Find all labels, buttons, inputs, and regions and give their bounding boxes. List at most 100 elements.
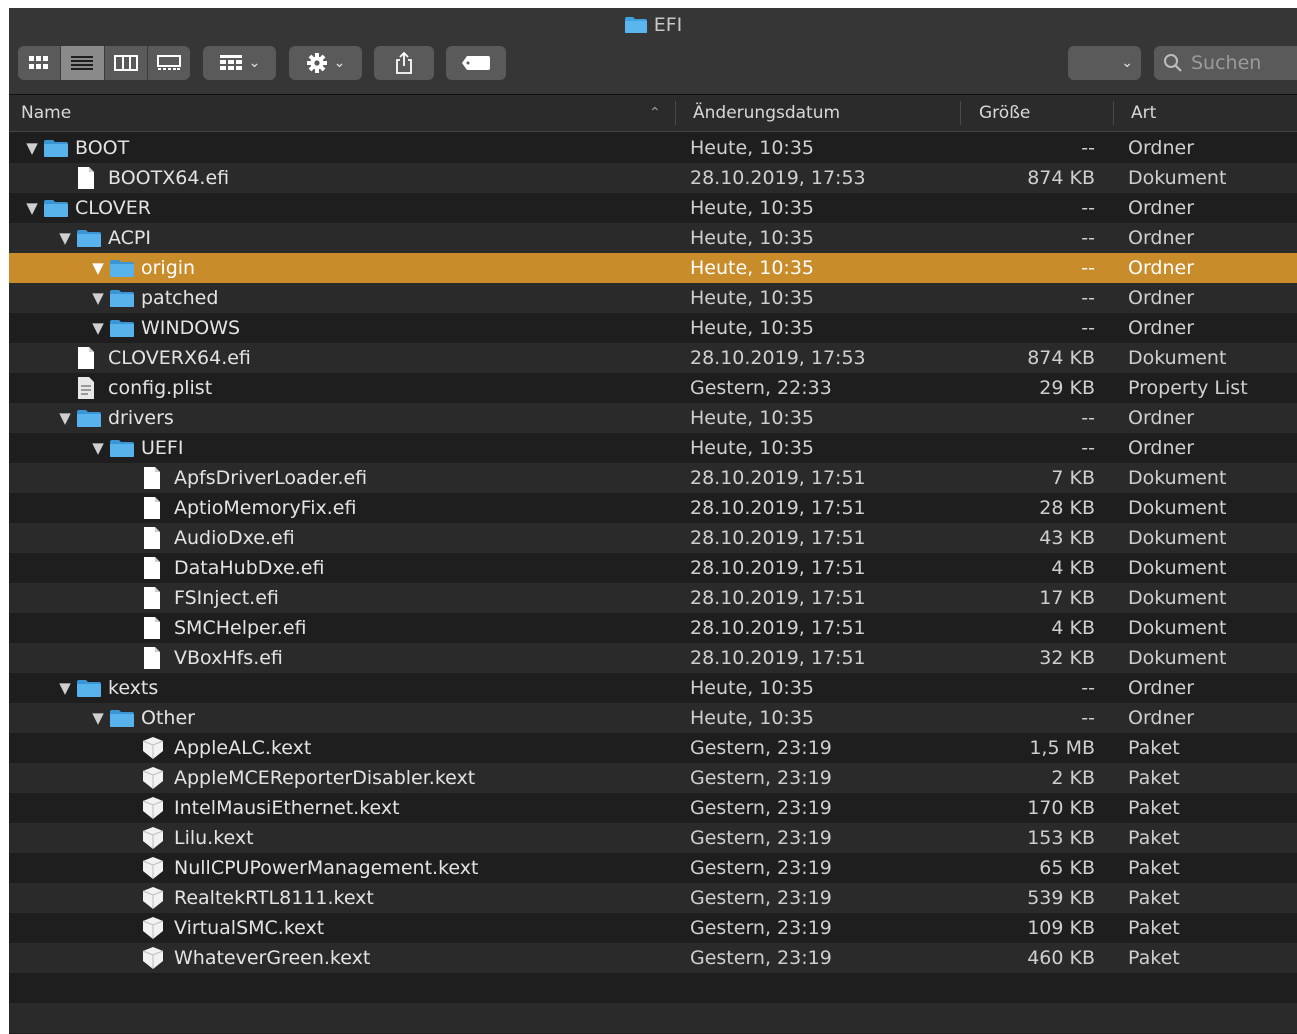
table-row[interactable]: NullCPUPowerManagement.kext Gestern, 23:1…: [9, 853, 1297, 883]
date-cell: 28.10.2019, 17:51: [690, 617, 866, 639]
kind-cell: Dokument: [1128, 497, 1227, 519]
list-view-button[interactable]: [61, 46, 105, 80]
name-cell: ▼ drivers: [54, 403, 174, 433]
share-button[interactable]: [374, 46, 434, 80]
size-cell: 4 KB: [1051, 617, 1095, 639]
table-row[interactable]: AppleMCEReporterDisabler.kext Gestern, 23…: [9, 763, 1297, 793]
date-cell: Gestern, 23:19: [690, 857, 832, 879]
table-row[interactable]: ▼ CLOVER Heute, 10:35 -- Ordner: [9, 193, 1297, 223]
group-by-button[interactable]: ⌄: [203, 46, 276, 80]
disclosure-triangle-icon[interactable]: ▼: [87, 433, 109, 463]
table-row[interactable]: SMCHelper.efi 28.10.2019, 17:51 4 KB Dokume…: [9, 613, 1297, 643]
name-cell: ▼ BOOT: [21, 133, 129, 163]
table-row[interactable]: AptioMemoryFix.efi 28.10.2019, 17:51 28 KB…: [9, 493, 1297, 523]
empty-row: [9, 1003, 1297, 1033]
table-row[interactable]: WhateverGreen.kext Gestern, 23:19 460 KB Pa…: [9, 943, 1297, 973]
name-cell: ▼ patched: [87, 283, 218, 313]
date-cell: Heute, 10:35: [690, 437, 814, 459]
date-cell: Gestern, 23:19: [690, 827, 832, 849]
name-cell: ▼ kexts: [54, 673, 158, 703]
table-row[interactable]: IntelMausiEthernet.kext Gestern, 23:19 170…: [9, 793, 1297, 823]
name-cell: VirtualSMC.kext: [120, 913, 324, 943]
file-name: IntelMausiEthernet.kext: [174, 797, 400, 819]
table-row[interactable]: AudioDxe.efi 28.10.2019, 17:51 43 KB Dokume…: [9, 523, 1297, 553]
chevron-down-icon: ⌄: [248, 55, 261, 71]
table-row[interactable]: ▼ ACPI Heute, 10:35 -- Ordner: [9, 223, 1297, 253]
name-cell: ▼ Other: [87, 703, 195, 733]
search-placeholder: Suchen: [1191, 52, 1262, 74]
search-field[interactable]: Suchen: [1154, 46, 1297, 80]
table-row[interactable]: ▼ Other Heute, 10:35 -- Ordner: [9, 703, 1297, 733]
disclosure-triangle-icon[interactable]: ▼: [87, 703, 109, 733]
search-icon: [1164, 54, 1182, 72]
table-row[interactable]: AppleALC.kext Gestern, 23:19 1,5 MB Paket: [9, 733, 1297, 763]
disclosure-triangle-icon[interactable]: ▼: [54, 673, 76, 703]
file-name: AptioMemoryFix.efi: [174, 497, 357, 519]
table-row[interactable]: VBoxHfs.efi 28.10.2019, 17:51 32 KB Dokumen…: [9, 643, 1297, 673]
window-title: EFI: [9, 13, 1297, 37]
file-name: drivers: [108, 407, 174, 429]
column-name-header[interactable]: Name: [21, 95, 71, 131]
gallery-view-button[interactable]: [148, 46, 190, 80]
name-cell: ▼ ACPI: [54, 223, 151, 253]
table-row[interactable]: DataHubDxe.efi 28.10.2019, 17:51 4 KB Dokum…: [9, 553, 1297, 583]
date-cell: Gestern, 23:19: [690, 797, 832, 819]
disclosure-triangle-icon[interactable]: ▼: [21, 193, 43, 223]
date-cell: 28.10.2019, 17:51: [690, 497, 866, 519]
table-row[interactable]: ▼ kexts Heute, 10:35 -- Ordner: [9, 673, 1297, 703]
table-row[interactable]: Lilu.kext Gestern, 23:19 153 KB Paket: [9, 823, 1297, 853]
size-cell: 17 KB: [1039, 587, 1095, 609]
table-row[interactable]: VirtualSMC.kext Gestern, 23:19 109 KB Paket: [9, 913, 1297, 943]
column-divider[interactable]: [960, 101, 961, 125]
table-row[interactable]: ▼ patched Heute, 10:35 -- Ordner: [9, 283, 1297, 313]
table-row-selected[interactable]: ▼ origin Heute, 10:35 -- Ordner: [9, 253, 1297, 283]
disclosure-triangle-icon[interactable]: ▼: [87, 313, 109, 343]
name-cell: WhateverGreen.kext: [120, 943, 370, 973]
icon-view-button[interactable]: [18, 46, 62, 80]
column-divider[interactable]: [675, 101, 676, 125]
table-row[interactable]: ▼ WINDOWS Heute, 10:35 -- Ordner: [9, 313, 1297, 343]
action-button[interactable]: ⌄: [289, 46, 362, 80]
column-divider[interactable]: [1113, 101, 1114, 125]
column-view-button[interactable]: [105, 46, 148, 80]
folder-icon: [109, 709, 141, 728]
size-cell: --: [1081, 137, 1095, 159]
table-row[interactable]: BOOTX64.efi 28.10.2019, 17:53 874 KB Dokume…: [9, 163, 1297, 193]
document-icon: [76, 346, 108, 370]
disclosure-triangle-icon[interactable]: ▼: [54, 403, 76, 433]
column-kind-header[interactable]: Art: [1131, 95, 1156, 131]
table-row[interactable]: ApfsDriverLoader.efi 28.10.2019, 17:51 7 K…: [9, 463, 1297, 493]
kind-cell: Dokument: [1128, 647, 1227, 669]
size-cell: --: [1081, 437, 1095, 459]
column-size-header[interactable]: Größe: [979, 95, 1030, 131]
name-cell: config.plist: [54, 373, 212, 403]
document-icon: [142, 646, 174, 670]
table-row[interactable]: FSInject.efi 28.10.2019, 17:51 17 KB Dokume…: [9, 583, 1297, 613]
kind-cell: Paket: [1128, 797, 1180, 819]
disclosure-triangle-icon[interactable]: ▼: [87, 253, 109, 283]
disclosure-triangle-icon[interactable]: ▼: [87, 283, 109, 313]
sort-dropdown[interactable]: ⌄: [1068, 46, 1141, 80]
table-row[interactable]: CLOVERX64.efi 28.10.2019, 17:53 874 KB Doku…: [9, 343, 1297, 373]
size-cell: --: [1081, 287, 1095, 309]
tags-button[interactable]: [446, 46, 506, 80]
finder-window: EFI ⌄ ⌄ ⌄ Suchen Name ⌃ Änderungsdatum G…: [9, 8, 1297, 1034]
column-date-header[interactable]: Änderungsdatum: [693, 95, 840, 131]
table-row[interactable]: ▼ UEFI Heute, 10:35 -- Ordner: [9, 433, 1297, 463]
table-row[interactable]: ▼ BOOT Heute, 10:35 -- Ordner: [9, 133, 1297, 163]
name-cell: AppleALC.kext: [120, 733, 311, 763]
disclosure-triangle-icon[interactable]: ▼: [54, 223, 76, 253]
folder-icon: [624, 17, 647, 33]
table-row[interactable]: RealtekRTL8111.kext Gestern, 23:19 539 KB P…: [9, 883, 1297, 913]
table-row[interactable]: config.plist Gestern, 22:33 29 KB Property …: [9, 373, 1297, 403]
size-cell: 43 KB: [1039, 527, 1095, 549]
disclosure-triangle-icon[interactable]: ▼: [21, 133, 43, 163]
date-cell: Gestern, 22:33: [690, 377, 832, 399]
file-name: WINDOWS: [141, 317, 241, 339]
sort-ascending-icon: ⌃: [649, 105, 661, 121]
folder-icon: [76, 229, 108, 248]
chevron-down-icon: ⌄: [1121, 55, 1133, 71]
table-row[interactable]: ▼ drivers Heute, 10:35 -- Ordner: [9, 403, 1297, 433]
name-cell: VBoxHfs.efi: [120, 643, 283, 673]
empty-row: [9, 973, 1297, 1003]
